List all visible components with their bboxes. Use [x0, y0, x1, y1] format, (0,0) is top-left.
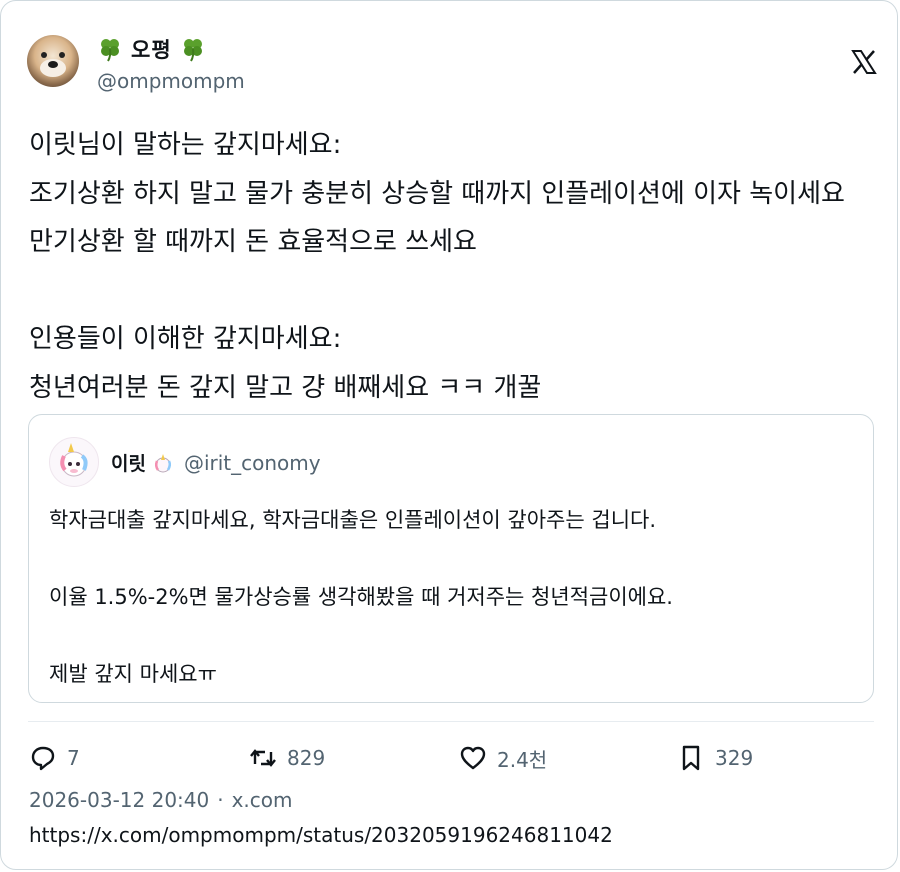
repost-count: 829: [287, 746, 326, 770]
source-link[interactable]: x.com: [232, 788, 293, 812]
tweet-url[interactable]: https://x.com/ompmompm/status/2032059196…: [29, 823, 613, 847]
avatar-eye: [59, 52, 65, 58]
quoted-handle[interactable]: @irit_conomy: [184, 451, 321, 475]
quoted-tweet[interactable]: 이릿 @irit_conomy 학자금대출 갚지마세요, 학자금대출은 인플레이…: [28, 414, 874, 703]
timestamp[interactable]: 2026-03-12 20:40: [29, 788, 209, 812]
tweet-card: 오평 @ompmompm 이릿님이 말하는 갚지마세요: 조기상환 하지 말고 …: [0, 0, 898, 870]
bookmark-button[interactable]: 329: [677, 741, 753, 775]
meta-separator: ·: [217, 788, 224, 812]
unicorn-avatar-icon: [60, 443, 88, 477]
quoted-author-avatar[interactable]: [49, 437, 99, 487]
author-avatar[interactable]: [27, 35, 79, 87]
tweet-header: 오평 @ompmompm: [27, 35, 877, 95]
like-button[interactable]: 2.4천: [459, 741, 547, 775]
reply-icon: [31, 746, 55, 771]
author-handle[interactable]: @ompmompm: [97, 69, 245, 93]
unicorn-icon: [154, 453, 172, 472]
bookmark-count: 329: [715, 746, 754, 770]
like-count: 2.4천: [497, 747, 548, 772]
quoted-display-name[interactable]: 이릿: [111, 449, 146, 476]
tweet-body-text: 이릿님이 말하는 갚지마세요: 조기상환 하지 말고 물가 충분히 상승할 때까…: [29, 130, 845, 403]
action-bar: 7 829 2.4천 329: [29, 741, 869, 775]
heart-icon: [460, 746, 486, 770]
repost-icon: [250, 749, 276, 767]
quoted-body-text: 학자금대출 갚지마세요, 학자금대출은 인플레이션이 갚아주는 겁니다. 이율 …: [49, 508, 673, 686]
four-leaf-clover-icon: [101, 39, 119, 62]
repost-button[interactable]: 829: [249, 741, 325, 775]
quoted-author-row[interactable]: 이릿 @irit_conomy: [111, 449, 321, 476]
reply-count: 7: [67, 746, 80, 770]
divider: [28, 721, 874, 722]
author-name-row[interactable]: 오평: [97, 35, 206, 63]
bookmark-icon: [682, 745, 700, 771]
author-display-name[interactable]: 오평: [131, 34, 172, 64]
x-logo-icon[interactable]: [851, 49, 877, 75]
avatar-nose: [48, 61, 58, 68]
avatar-eye: [41, 52, 47, 58]
reply-button[interactable]: 7: [29, 741, 80, 775]
tweet-meta: 2026-03-12 20:40 · x.com: [29, 788, 293, 812]
four-leaf-clover-icon: [183, 39, 202, 62]
